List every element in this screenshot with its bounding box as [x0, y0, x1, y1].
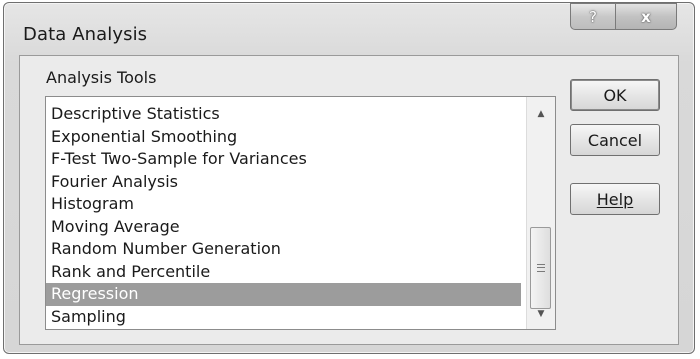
- help-caption-button[interactable]: ?: [570, 3, 615, 30]
- ok-button[interactable]: OK: [570, 79, 660, 111]
- scroll-down-icon[interactable]: ▼: [527, 303, 555, 325]
- list-item[interactable]: Descriptive Statistics: [46, 103, 521, 126]
- list-item[interactable]: Moving Average: [46, 216, 521, 239]
- help-button-label: Help: [596, 189, 634, 209]
- analysis-tools-list[interactable]: Descriptive Statistics Exponential Smoot…: [45, 96, 556, 330]
- help-button[interactable]: Help: [570, 183, 660, 215]
- data-analysis-dialog: Data Analysis ? x Analysis Tools Descrip…: [3, 2, 695, 354]
- close-icon: x: [641, 7, 651, 26]
- list-items: Descriptive Statistics Exponential Smoot…: [46, 103, 521, 328]
- dialog-body: Analysis Tools Descriptive Statistics Ex…: [19, 55, 679, 345]
- scrollbar-thumb[interactable]: [530, 227, 551, 309]
- list-item[interactable]: Histogram: [46, 193, 521, 216]
- scroll-up-icon[interactable]: ▲: [527, 103, 555, 125]
- list-item[interactable]: Sampling: [46, 306, 521, 329]
- dialog-title: Data Analysis: [23, 24, 148, 45]
- cancel-button[interactable]: Cancel: [570, 124, 660, 156]
- list-item[interactable]: F-Test Two-Sample for Variances: [46, 148, 521, 171]
- grip-icon: [536, 264, 545, 272]
- list-item[interactable]: Fourier Analysis: [46, 171, 521, 194]
- list-item[interactable]: Random Number Generation: [46, 238, 521, 261]
- question-mark-icon: ?: [589, 7, 597, 26]
- vertical-scrollbar[interactable]: ▲ ▼: [526, 97, 555, 329]
- close-button[interactable]: x: [615, 3, 677, 30]
- list-item[interactable]: Exponential Smoothing: [46, 126, 521, 149]
- list-item-selected[interactable]: Regression: [46, 283, 521, 306]
- caption-buttons: ? x: [570, 3, 677, 30]
- analysis-tools-label: Analysis Tools: [46, 68, 157, 87]
- list-item[interactable]: Rank and Percentile: [46, 261, 521, 284]
